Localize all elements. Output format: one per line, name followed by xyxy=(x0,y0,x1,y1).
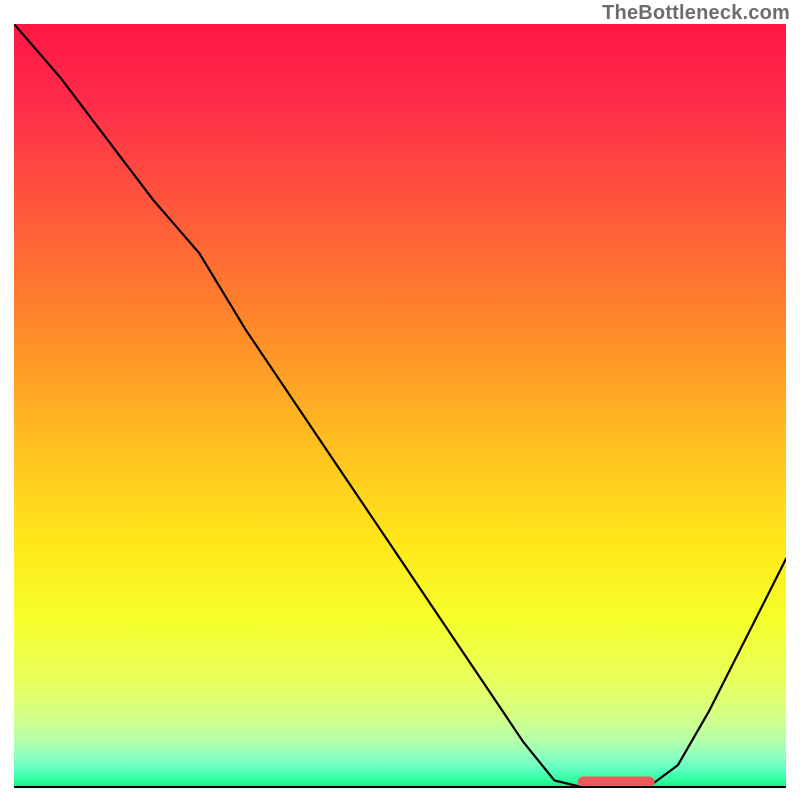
watermark-text: TheBottleneck.com xyxy=(602,2,790,25)
chart-container: TheBottleneck.com xyxy=(0,0,800,800)
x-axis-baseline xyxy=(14,786,786,788)
chart-plot xyxy=(14,24,786,788)
gradient-background xyxy=(14,24,786,788)
